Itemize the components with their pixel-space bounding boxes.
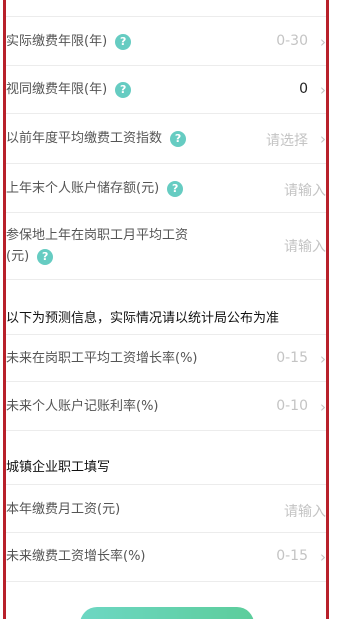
help-icon[interactable]: ? xyxy=(170,130,187,147)
row-value[interactable]: 0-10 xyxy=(276,398,308,414)
row-label: 本年缴费月工资(元) xyxy=(6,502,121,517)
row-label-wrap: 视同缴费年限(年)? xyxy=(6,81,132,99)
row-value[interactable]: 请输入 xyxy=(284,236,326,256)
row-current-monthly-wage[interactable]: 本年缴费月工资(元) 请输入 xyxy=(6,484,326,533)
row-future-account-interest[interactable]: 未来个人账户记账利率(%) 0-10 › xyxy=(6,382,326,431)
row-label-wrap: 以前年度平均缴费工资指数? xyxy=(6,130,187,148)
row-label: 未来个人账户记账利率(%) xyxy=(6,399,159,414)
top-divider xyxy=(6,0,326,17)
row-deemed-contribution-years[interactable]: 视同缴费年限(年)? 0 › xyxy=(6,66,326,114)
row-label-wrap: 实际缴费年限(年)? xyxy=(6,33,132,51)
section-forecast-note: 以下为预测信息，实际情况请以统计局公布为准 xyxy=(6,311,280,326)
row-local-avg-monthly-wage[interactable]: 参保地上年在岗职工月平均工资 (元)? 请输入 xyxy=(6,213,326,280)
row-value[interactable]: 0-15 xyxy=(276,350,308,366)
frame-border-right xyxy=(326,0,329,619)
row-personal-account-balance[interactable]: 上年末个人账户储存额(元)? 请输入 xyxy=(6,164,326,213)
form-content: 实际缴费年限(年)? 0-30 › 视同缴费年限(年)? 0 › 以前年度平均缴… xyxy=(6,0,326,619)
row-label: 实际缴费年限(年) xyxy=(6,34,108,49)
row-future-wage-growth[interactable]: 未来在岗职工平均工资增长率(%) 0-15 › xyxy=(6,334,326,382)
section-urban-employee: 城镇企业职工填写 xyxy=(6,460,111,475)
row-label-wrap: (元)? xyxy=(6,248,54,266)
row-value[interactable]: 0-15 xyxy=(276,548,308,564)
row-value[interactable]: 请选择 xyxy=(266,130,308,150)
row-value[interactable]: 0 xyxy=(299,81,308,97)
row-label-line2: (元) xyxy=(6,249,30,264)
screenshot-frame: 实际缴费年限(年)? 0-30 › 视同缴费年限(年)? 0 › 以前年度平均缴… xyxy=(0,0,353,619)
row-future-contribution-wage-growth[interactable]: 未来缴费工资增长率(%) 0-15 › xyxy=(6,533,326,582)
help-icon[interactable]: ? xyxy=(115,81,132,98)
row-value[interactable]: 请输入 xyxy=(284,180,326,200)
row-avg-wage-index[interactable]: 以前年度平均缴费工资指数? 请选择 › xyxy=(6,114,326,164)
help-icon[interactable]: ? xyxy=(167,180,184,197)
calculate-button[interactable] xyxy=(80,607,254,619)
row-label: 未来在岗职工平均工资增长率(%) xyxy=(6,351,198,366)
help-icon[interactable]: ? xyxy=(37,248,54,265)
right-gutter xyxy=(329,0,353,619)
frame-border-left xyxy=(3,0,6,619)
row-value[interactable]: 请输入 xyxy=(284,501,326,521)
help-icon[interactable]: ? xyxy=(115,33,132,50)
row-label: 上年末个人账户储存额(元) xyxy=(6,181,160,196)
row-actual-contribution-years[interactable]: 实际缴费年限(年)? 0-30 › xyxy=(6,17,326,66)
row-label-wrap: 上年末个人账户储存额(元)? xyxy=(6,180,184,198)
row-label: 以前年度平均缴费工资指数 xyxy=(6,131,163,146)
row-label: 未来缴费工资增长率(%) xyxy=(6,549,146,564)
row-value[interactable]: 0-30 xyxy=(276,33,308,49)
row-label: 视同缴费年限(年) xyxy=(6,82,108,97)
row-label-line1: 参保地上年在岗职工月平均工资 xyxy=(6,228,189,243)
